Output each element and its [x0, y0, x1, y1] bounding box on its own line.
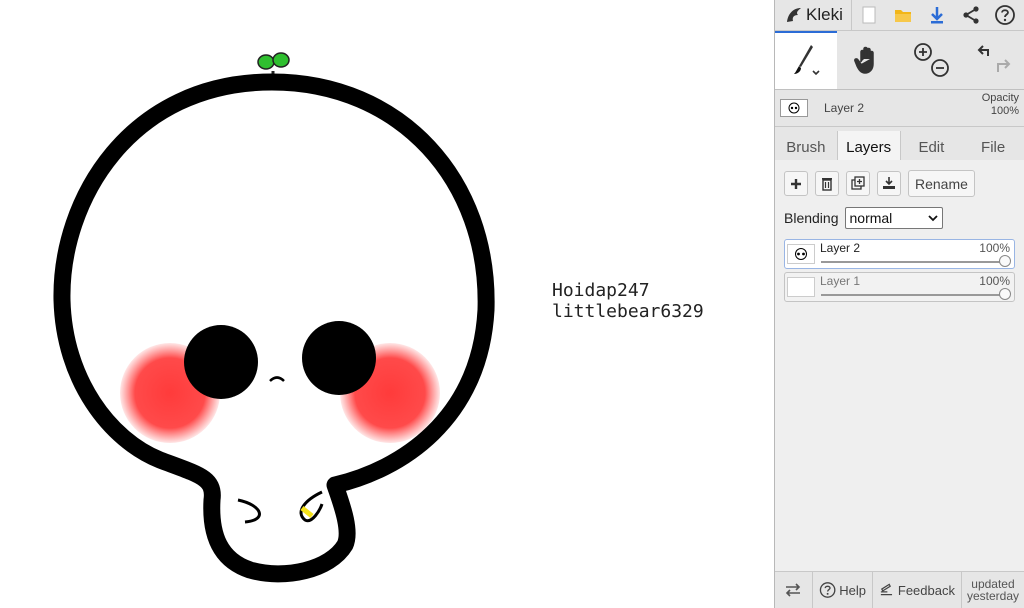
- help-icon: [994, 5, 1015, 25]
- side-panel: Kleki Layer 2 Opacity 100% Brush Layers …: [774, 0, 1024, 608]
- duplicate-layer-button[interactable]: [846, 171, 870, 196]
- opacity-label: Opacity: [981, 92, 1019, 104]
- zoom-icons: [913, 43, 949, 77]
- layer-thumbnail: [787, 277, 815, 297]
- feedback-label: Feedback: [897, 582, 955, 598]
- canvas-text: Hoidap247 littlebear6329: [552, 280, 704, 322]
- swap-arrows-icon: [786, 583, 801, 597]
- hand-tool[interactable]: [837, 31, 899, 89]
- duplicate-layer-icon: [850, 176, 865, 190]
- top-bar: Kleki: [775, 0, 1024, 31]
- updated-line-2: yesterday: [966, 589, 1019, 603]
- tab-edit[interactable]: Edit: [901, 131, 963, 163]
- layer-opacity-value: 100%: [979, 274, 1010, 288]
- feedback-button[interactable]: Feedback: [873, 572, 962, 608]
- merge-down-icon: [883, 177, 895, 189]
- help-button[interactable]: [988, 0, 1022, 30]
- help-footer-button[interactable]: Help: [813, 572, 873, 608]
- tab-file[interactable]: File: [962, 131, 1024, 163]
- add-layer-button[interactable]: [784, 171, 808, 196]
- tool-row: [775, 31, 1024, 90]
- layer-opacity-slider[interactable]: [821, 294, 1004, 296]
- panel-footer: Help Feedback updated yesterday: [775, 571, 1024, 608]
- open-folder-icon: [894, 10, 911, 22]
- rename-layer-button[interactable]: Rename: [908, 170, 975, 197]
- updated-status: updated yesterday: [962, 578, 1024, 602]
- layer-list: Layer 2 100% Layer 1 100%: [775, 229, 1024, 302]
- tab-brush[interactable]: Brush: [775, 131, 837, 163]
- tab-layers[interactable]: Layers: [836, 131, 901, 163]
- layer-opacity-value: 100%: [979, 241, 1010, 255]
- add-layer-icon: [791, 178, 801, 189]
- app-name: Kleki: [806, 5, 843, 24]
- delete-layer-button[interactable]: [815, 171, 839, 196]
- help-icon: [819, 582, 836, 598]
- canvas-text-line-2: littlebear6329: [552, 301, 704, 322]
- undo-icon[interactable]: [977, 45, 989, 56]
- blending-value: normal: [849, 210, 893, 226]
- download-button[interactable]: [920, 0, 954, 30]
- download-icon: [930, 7, 943, 24]
- current-layer-name: Layer 2: [824, 101, 865, 115]
- brush-tool[interactable]: [775, 31, 838, 89]
- zoom-in-icon[interactable]: [913, 43, 932, 61]
- layer-actions: Rename: [775, 160, 1024, 197]
- layer-name: Layer 1: [820, 274, 861, 288]
- hand-icon: [854, 46, 875, 74]
- layer-opacity-handle[interactable]: [999, 255, 1011, 267]
- zoom-out-icon[interactable]: [930, 59, 949, 77]
- layer-opacity[interactable]: Opacity 100%: [982, 92, 1019, 118]
- layers-panel: Rename Blending normal Layer 2 100% Laye: [775, 160, 1024, 572]
- layer-name: Layer 2: [820, 241, 861, 255]
- delete-layer-icon: [822, 178, 832, 191]
- layer-opacity-slider[interactable]: [821, 261, 1004, 263]
- layer-item-layer-1[interactable]: Layer 1 100%: [784, 272, 1015, 302]
- undo-redo-icons: [977, 45, 1011, 72]
- undo-redo-tool: [962, 31, 1024, 89]
- layer-opacity-handle[interactable]: [999, 288, 1011, 300]
- canvas-text-line-1: Hoidap247: [552, 280, 650, 301]
- layer-thumbnail: [787, 244, 815, 264]
- current-layer-bar: Layer 2 Opacity 100%: [775, 90, 1024, 127]
- zoom-tool: [900, 31, 962, 89]
- opacity-value: 100%: [990, 105, 1019, 117]
- brush-icon: [794, 45, 820, 76]
- redo-icon[interactable]: [996, 59, 1011, 72]
- current-layer-thumbnail: [780, 99, 808, 117]
- merge-down-button[interactable]: [877, 171, 901, 196]
- panel-tabs: Brush Layers Edit File: [775, 127, 1024, 164]
- share-icon: [963, 6, 979, 24]
- blending-label: Blending: [784, 210, 839, 226]
- new-file-icon: [862, 6, 876, 24]
- kleki-logo[interactable]: Kleki: [775, 0, 852, 30]
- layer-item-layer-2[interactable]: Layer 2 100%: [784, 239, 1015, 269]
- kleki-logo-icon: [787, 8, 801, 22]
- swap-side-button[interactable]: [775, 572, 813, 608]
- blending-select[interactable]: normal: [844, 207, 943, 229]
- feedback-icon: [880, 583, 893, 596]
- help-label: Help: [839, 582, 866, 598]
- drawing-canvas[interactable]: Hoidap247 littlebear6329: [0, 0, 774, 608]
- open-image-button[interactable]: [886, 0, 920, 30]
- blending-row: Blending normal: [775, 197, 1024, 229]
- share-button[interactable]: [954, 0, 988, 30]
- chevron-down-icon: [927, 214, 938, 221]
- new-image-button[interactable]: [852, 0, 886, 30]
